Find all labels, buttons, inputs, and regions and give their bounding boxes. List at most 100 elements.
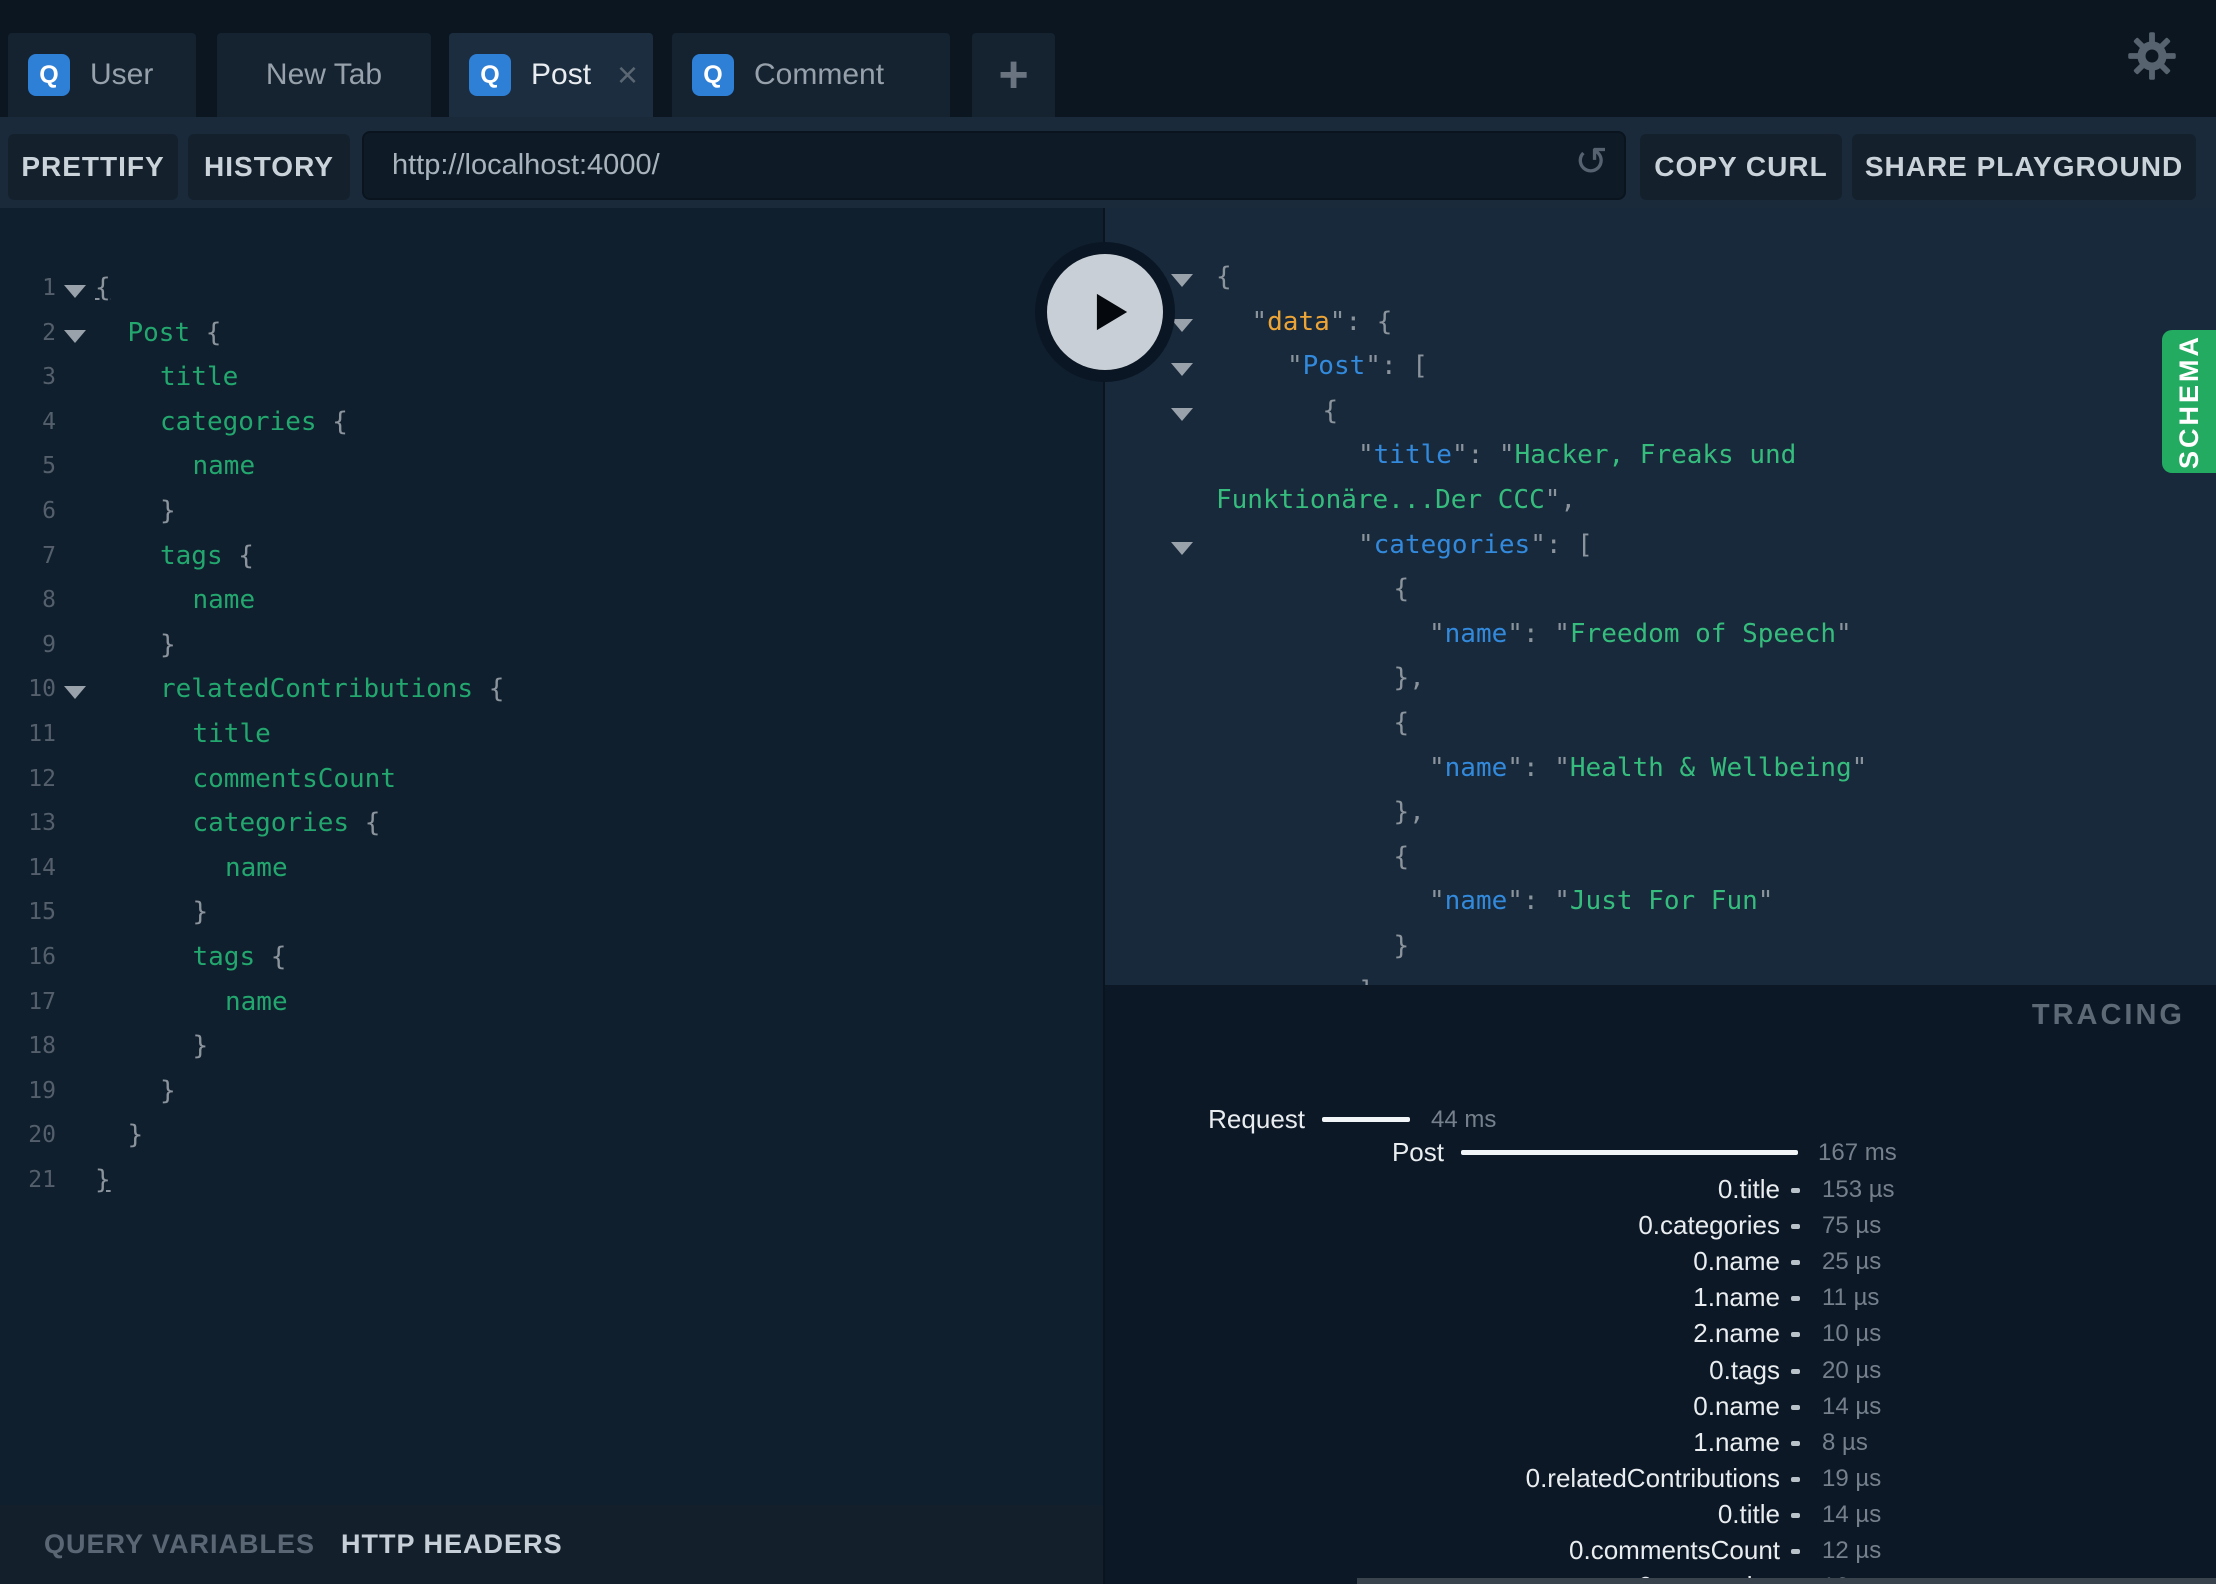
trace-label: Request — [1208, 1104, 1305, 1134]
close-tab-icon[interactable]: × — [617, 57, 638, 93]
tab-new-tab[interactable]: New Tab — [217, 33, 431, 117]
schema-sidebar-tab[interactable]: SCHEMA — [2162, 330, 2216, 473]
trace-resolver-row: 0.title 153 µs — [1105, 1172, 2216, 1208]
query-line: 20} — [0, 1113, 1103, 1158]
fold-arrow-icon[interactable] — [1171, 274, 1193, 287]
response-line: ], — [1105, 969, 2216, 986]
add-tab-button[interactable]: + — [972, 33, 1055, 117]
fold-arrow-icon[interactable] — [1171, 541, 1193, 555]
trace-duration: 75 µs — [1822, 1212, 1882, 1240]
trace-duration: 12 µs — [1822, 1537, 1882, 1564]
line-number: 13 — [28, 810, 56, 837]
trace-duration: 8 µs — [1822, 1428, 1868, 1456]
tab-user[interactable]: Q User — [8, 33, 196, 117]
query-badge-icon: Q — [692, 54, 734, 96]
copy-curl-button[interactable]: COPY CURL — [1640, 134, 1842, 200]
response-line: }, — [1393, 663, 1425, 694]
query-variables-tab[interactable]: QUERY VARIABLES — [44, 1529, 315, 1560]
trace-resolver-row: 0.title 14 µs — [1105, 1497, 2216, 1533]
tab-post[interactable]: Q Post × — [449, 33, 653, 117]
trace-label: 0.name — [1693, 1390, 1780, 1421]
history-button[interactable]: HISTORY — [188, 134, 350, 200]
query-line: 14 name — [0, 846, 1103, 891]
line-number: 8 — [42, 587, 56, 614]
query-line: 1{ — [0, 266, 1103, 311]
trace-resolver-row: 0.name 14 µs — [1105, 1389, 2216, 1425]
line-number: 21 — [28, 1166, 56, 1193]
response-viewer[interactable]: { "data": {"Post": [ { "title": "Hacker, Fr… — [1105, 255, 2216, 985]
response-line: "title": "Hacker, Freaks und — [1358, 440, 1797, 471]
trace-label: 0.tags — [1709, 1354, 1780, 1385]
line-number: 3 — [42, 364, 56, 391]
fold-arrow-icon[interactable] — [1171, 363, 1193, 377]
trace-resolver-row: 0.name 25 µs — [1105, 1244, 2216, 1280]
trace-duration: 11 µs — [1822, 1284, 1880, 1312]
reload-schema-icon[interactable]: ↺ — [1574, 139, 1608, 185]
query-line: 12 commentsCount — [0, 757, 1103, 802]
response-line: "name": "Health & Wellbeing" — [1429, 752, 1868, 783]
http-headers-tab[interactable]: HTTP HEADERS — [341, 1529, 563, 1560]
line-number: 12 — [28, 765, 56, 792]
fold-arrow-icon[interactable] — [64, 329, 86, 343]
tab-comment[interactable]: Q Comment — [672, 33, 950, 117]
trace-bar — [1461, 1150, 1798, 1155]
tracing-title: TRACING — [2031, 999, 2185, 1031]
play-icon — [1047, 254, 1163, 370]
settings-gear-icon[interactable] — [2127, 31, 2177, 81]
schema-tab-label: SCHEMA — [2173, 333, 2204, 469]
line-number: 9 — [42, 631, 56, 658]
response-pane: { "data": {"Post": [ { "title": "Hacker, Fr… — [1035, 208, 2216, 1584]
trace-label: 0.relatedContributions — [1525, 1462, 1780, 1493]
line-number: 20 — [28, 1122, 56, 1149]
query-line: 21} — [0, 1158, 1103, 1203]
query-line: 17 name — [0, 980, 1103, 1025]
trace-dash — [1791, 1260, 1800, 1266]
share-playground-button[interactable]: SHARE PLAYGROUND — [1852, 134, 2196, 200]
trace-duration: 20 µs — [1822, 1356, 1882, 1384]
trace-duration: 10 µs — [1822, 1320, 1882, 1348]
tab-label: Comment — [754, 58, 885, 91]
trace-resolver-row: 2.name 10 µs — [1105, 1316, 2216, 1352]
query-line: 4 categories { — [0, 400, 1103, 445]
response-line: { — [1393, 574, 1410, 605]
fold-arrow-icon[interactable] — [64, 686, 86, 700]
query-line: 7 tags { — [0, 534, 1103, 579]
trace-label: 1.name — [1693, 1282, 1780, 1313]
fold-arrow-icon[interactable] — [64, 285, 86, 298]
trace-resolver-row: 0.commentsCount 12 µs — [1105, 1533, 2216, 1569]
fold-arrow-icon[interactable] — [1171, 407, 1193, 421]
trace-duration: 153 µs — [1822, 1176, 1895, 1203]
endpoint-url-input[interactable]: http://localhost:4000/ ↺ — [362, 131, 1626, 200]
tab-label: User — [90, 58, 154, 91]
tab-label: New Tab — [265, 58, 383, 91]
trace-dash — [1791, 1224, 1800, 1230]
trace-resolver-row: 0.tags 20 µs — [1105, 1353, 2216, 1389]
execute-query-button[interactable] — [1035, 242, 1175, 382]
prettify-button[interactable]: PRETTIFY — [8, 134, 178, 200]
tab-bar: Q User New Tab Q Post × Q Comment + — [0, 0, 2216, 117]
query-badge-icon: Q — [469, 54, 511, 96]
trace-label: 0.commentsCount — [1569, 1535, 1780, 1565]
trace-span-post: Post 167 ms — [1105, 1135, 2216, 1171]
query-editor[interactable]: 1{2 Post {3 title 4 categories {5 name 6} 7 tags… — [0, 266, 1103, 1266]
response-line: "Post": [ — [1105, 344, 2216, 389]
response-line: { — [1393, 707, 1410, 738]
line-number: 11 — [28, 720, 56, 747]
query-editor-pane[interactable]: 1{2 Post {3 title 4 categories {5 name 6} 7 tags… — [0, 208, 1103, 1584]
trace-label: 0.title — [1717, 1498, 1780, 1529]
query-line: 18} — [0, 1024, 1103, 1069]
response-line: "data": { — [1105, 300, 2216, 345]
line-number: 5 — [42, 453, 56, 480]
trace-label: 2.name — [1693, 1318, 1780, 1349]
horizontal-scrollbar[interactable] — [1357, 1578, 2216, 1584]
trace-dash — [1791, 1549, 1800, 1554]
graphql-playground-window: Q User New Tab Q Post × Q Comment + PRET… — [0, 0, 2216, 1584]
trace-duration: 25 µs — [1822, 1248, 1882, 1276]
trace-dash — [1791, 1404, 1800, 1410]
query-line: 9} — [0, 623, 1103, 668]
trace-label: 0.title — [1717, 1174, 1780, 1204]
trace-resolver-row: 0.relatedContributions 19 µs — [1105, 1461, 2216, 1497]
editor-footer: QUERY VARIABLES HTTP HEADERS — [0, 1505, 1103, 1584]
line-number: 7 — [42, 542, 56, 569]
trace-label: 1.name — [1693, 1426, 1780, 1457]
